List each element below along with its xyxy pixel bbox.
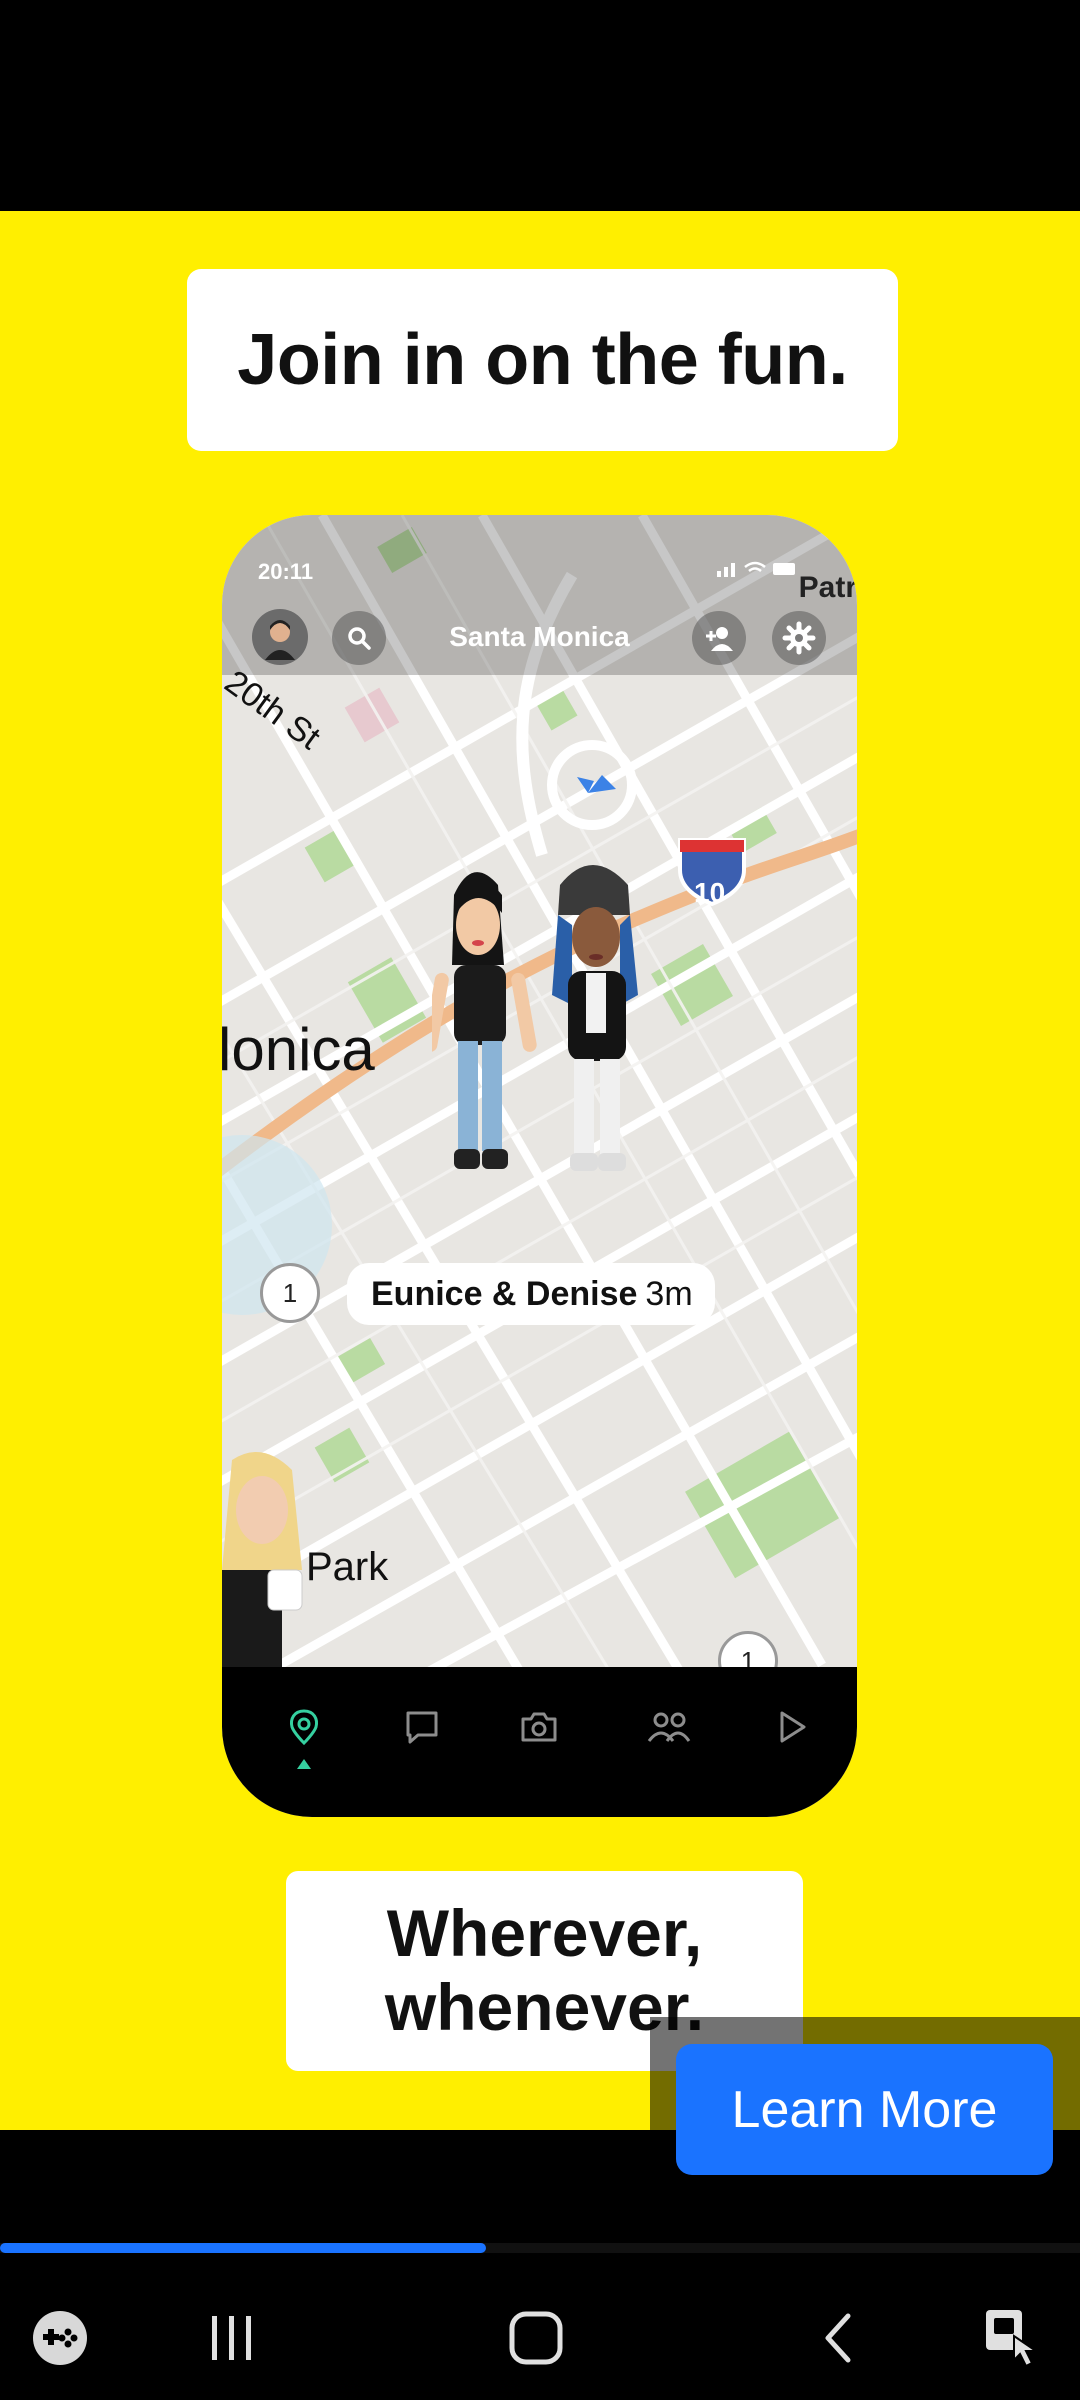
city-label: lonica xyxy=(222,1016,375,1083)
cluster-badge-count: 1 xyxy=(282,1277,298,1308)
learn-more-button[interactable]: Learn More xyxy=(676,2044,1053,2175)
camera-icon[interactable] xyxy=(519,1707,559,1747)
status-icons xyxy=(717,559,797,584)
back-button[interactable] xyxy=(808,2306,872,2370)
phone-mockup: 20:11 Patr Santa Monica 20th St lonica P… xyxy=(222,515,857,1817)
system-navigation-bar xyxy=(0,2270,1080,2400)
cluster-badge[interactable]: 1 xyxy=(260,1263,320,1323)
home-button[interactable] xyxy=(504,2306,568,2370)
friend-names: Eunice & Denise xyxy=(371,1274,638,1313)
friends-bitmoji[interactable] xyxy=(432,855,672,1195)
video-progress-fill xyxy=(0,2243,486,2253)
denise-bitmoji xyxy=(552,865,638,1171)
profile-avatar-button[interactable] xyxy=(252,609,308,665)
search-button[interactable] xyxy=(332,611,386,665)
settings-button[interactable] xyxy=(772,611,826,665)
active-tab-indicator-icon xyxy=(297,1759,311,1769)
video-progress-bar[interactable] xyxy=(0,2243,1080,2253)
signal-icon xyxy=(717,561,795,577)
map-pin-icon[interactable] xyxy=(284,1707,324,1747)
ad-area[interactable]: Join in on the fun. 20:11 Patr Santa Mon… xyxy=(0,211,1080,2130)
location-title: Santa Monica xyxy=(449,621,630,652)
friends-icon[interactable] xyxy=(645,1707,693,1747)
add-friend-button[interactable] xyxy=(692,611,746,665)
recent-apps-icon xyxy=(212,2316,251,2360)
phone-bottom-nav xyxy=(222,1667,857,1817)
friend-bitmoji-left[interactable] xyxy=(222,1450,312,1670)
accessibility-button[interactable] xyxy=(980,2306,1044,2370)
status-time: 20:11 xyxy=(258,559,314,584)
headline-text: Join in on the fun. xyxy=(237,320,848,400)
game-launcher-icon xyxy=(33,2311,87,2365)
game-launcher-button[interactable] xyxy=(28,2306,92,2370)
accessibility-icon xyxy=(986,2310,1040,2368)
eunice-bitmoji xyxy=(432,872,537,1169)
back-icon xyxy=(825,2313,851,2363)
chat-icon[interactable] xyxy=(402,1707,442,1747)
highway-shield-label: 10 xyxy=(694,877,726,908)
friend-last-seen: 3m xyxy=(645,1274,693,1313)
play-icon[interactable] xyxy=(772,1707,812,1747)
recent-apps-button[interactable] xyxy=(200,2306,264,2370)
bitmoji-avatar-icon xyxy=(265,620,295,660)
add-friend-icon xyxy=(706,627,733,651)
map-corner-label: Patr xyxy=(798,571,857,604)
home-icon xyxy=(509,2311,563,2365)
park-label: Park xyxy=(306,1545,389,1589)
search-icon xyxy=(348,627,371,650)
friend-location-label[interactable]: Eunice & Denise 3m xyxy=(347,1263,715,1325)
headline-card: Join in on the fun. xyxy=(187,269,898,451)
tagline-line-1: Wherever, xyxy=(386,1896,703,1971)
gear-icon xyxy=(782,621,816,655)
